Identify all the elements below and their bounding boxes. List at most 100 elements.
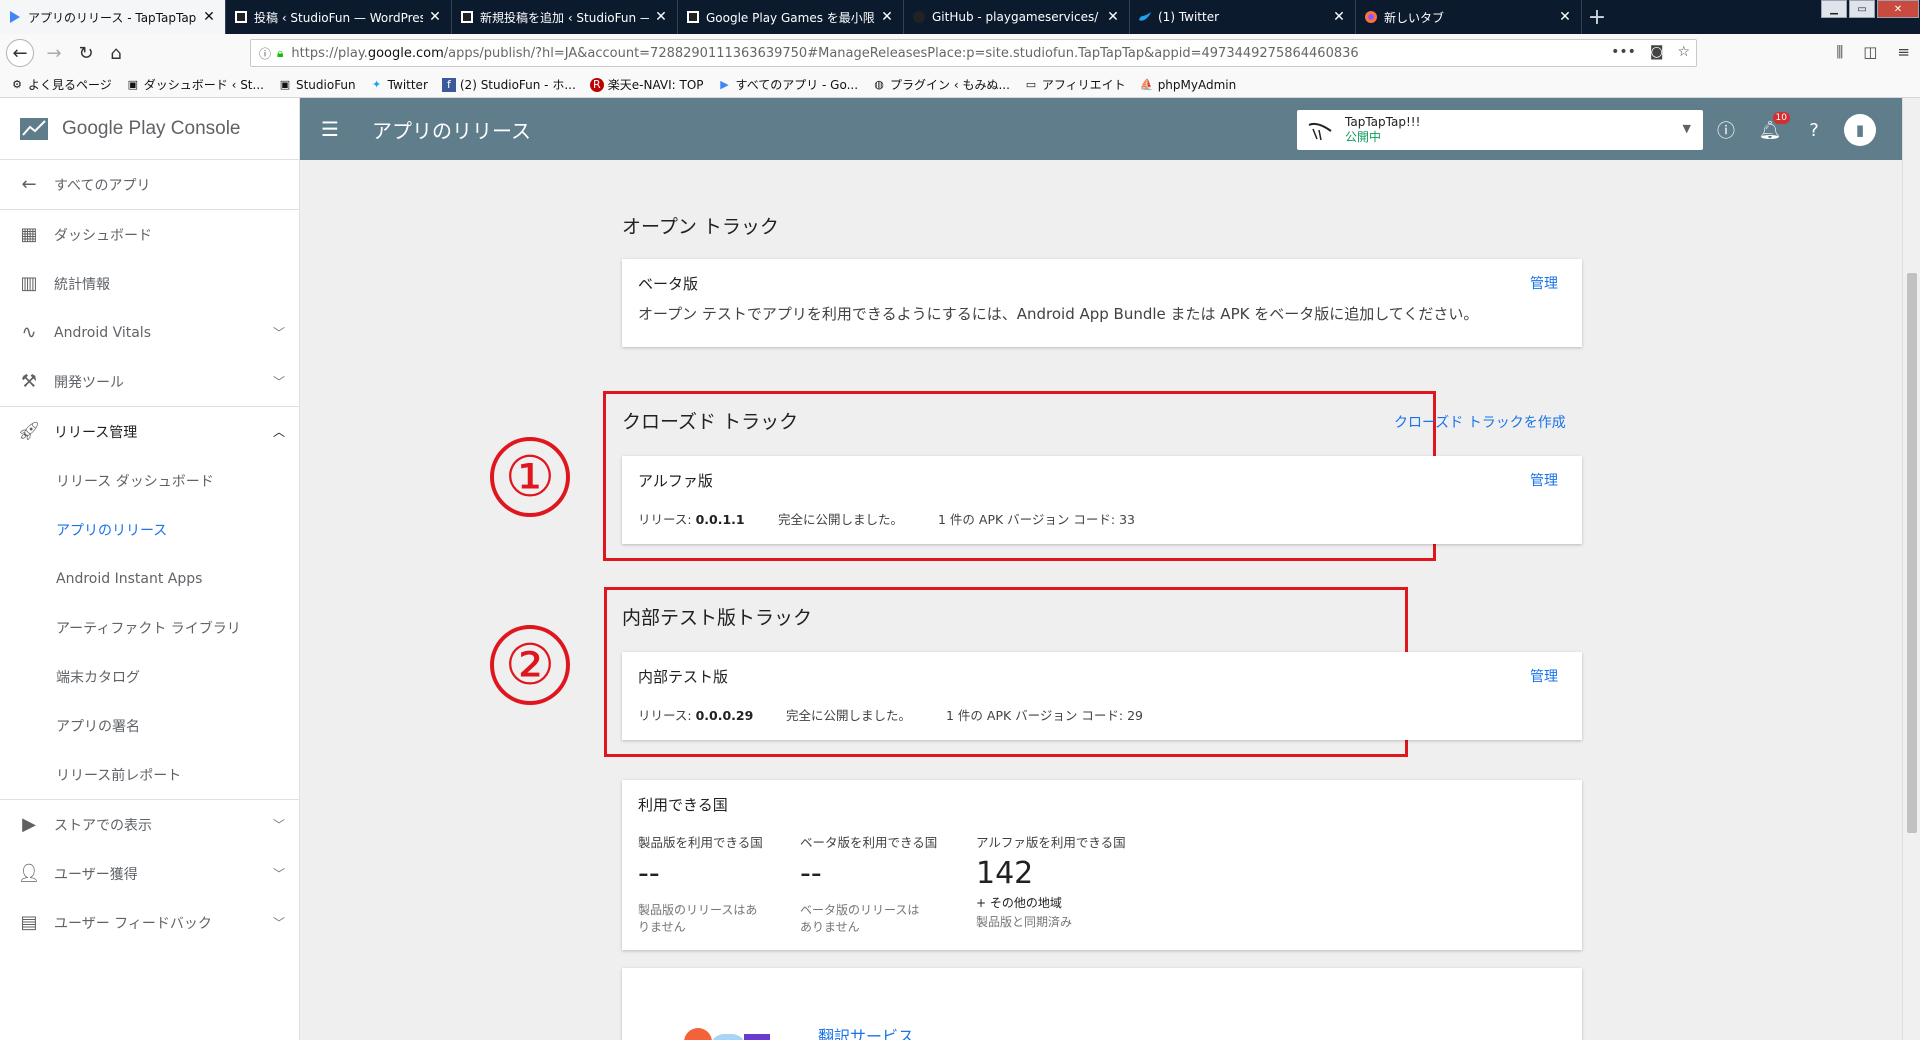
notifications-bell-icon[interactable]: 🔔︎ 10	[1756, 112, 1790, 144]
annotation-number-1: ①	[490, 437, 570, 517]
create-closed-track-link[interactable]: クローズド トラックを作成	[1394, 412, 1566, 432]
pocket-icon[interactable]: ◙	[1650, 44, 1664, 60]
reload-button[interactable]: ↻	[72, 39, 100, 67]
new-tab-button[interactable]: +	[1582, 0, 1612, 34]
sidebar-item-label: すべてのアプリ	[54, 177, 151, 194]
url-rest: /apps/publish/?hl=JA&account=72882901113…	[443, 45, 1359, 61]
avatar[interactable]: ▮	[1844, 114, 1876, 146]
close-icon[interactable]: ✕	[427, 9, 443, 25]
bookmark-item[interactable]: ⚙ よく見るページ	[10, 76, 112, 93]
back-button[interactable]: ←	[6, 39, 34, 67]
main-content: オープン トラック ベータ版 管理 オープン テストでアプリを利用できるようにす…	[300, 160, 1902, 1040]
sidebar-item-app-signing[interactable]: アプリの署名	[0, 701, 299, 750]
close-icon[interactable]: ✕	[1557, 9, 1573, 25]
console-brand[interactable]: Google Play Console	[0, 98, 299, 160]
sidebar-item-all-apps[interactable]: ← すべてのアプリ	[0, 160, 299, 209]
minimize-button[interactable]: ▁	[1821, 0, 1847, 18]
sidebar-item-label: ユーザー獲得	[54, 866, 138, 883]
sidebar-item-release-dashboard[interactable]: リリース ダッシュボード	[0, 456, 299, 505]
app-selector[interactable]: TapTapTap!!! 公開中 ▼	[1297, 110, 1703, 150]
bookmark-item[interactable]: ▶ すべてのアプリ - Go...	[718, 76, 858, 93]
page-actions-icon[interactable]: •••	[1611, 44, 1636, 60]
sidebar-item-vitals[interactable]: ∿ Android Vitals ﹀	[0, 308, 299, 357]
internal-manage-link[interactable]: 管理	[1530, 666, 1558, 686]
bookmark-item[interactable]: ▣ StudioFun	[278, 78, 356, 92]
sidebar-item-prelaunch-report[interactable]: リリース前レポート	[0, 750, 299, 799]
close-icon[interactable]: ✕	[1105, 9, 1121, 25]
bookmark-item[interactable]: ▭ アフィリエイト	[1024, 76, 1126, 93]
browser-tab[interactable]: (1) Twitter ✕	[1130, 0, 1356, 34]
feedback-icon: ▤	[20, 912, 38, 933]
sidebar-item-store-listing[interactable]: ▶ ストアでの表示 ﹀	[0, 800, 299, 849]
home-button[interactable]: ⌂	[102, 39, 130, 67]
info-icon[interactable]: ⓘ	[259, 45, 271, 62]
page-scrollbar[interactable]	[1902, 98, 1920, 1040]
bookmark-item[interactable]: ▣ ダッシュボード ‹ St...	[126, 76, 264, 93]
bookmark-item[interactable]: ✦ Twitter	[370, 78, 428, 92]
gear-icon: ⚙	[12, 78, 22, 91]
sidebar-item-release-management[interactable]: 🚀︎ リリース管理 ︿	[0, 407, 299, 456]
window-close-button[interactable]: ✕	[1877, 0, 1919, 18]
beta-manage-link[interactable]: 管理	[1530, 273, 1558, 293]
browser-tab[interactable]: 新しいタブ ✕	[1356, 0, 1582, 34]
internal-card-title: 内部テスト版	[638, 668, 729, 686]
browser-tab[interactable]: Google Play Games を最小限の実装 ✕	[678, 0, 904, 34]
sidebar-item-app-releases[interactable]: アプリのリリース	[0, 505, 299, 554]
browser-tab[interactable]: アプリのリリース - TapTapTap!!! ✕	[0, 0, 226, 34]
sidebar-item-user-acquisition[interactable]: 👤︎ ユーザー獲得 ﹀	[0, 849, 299, 898]
close-icon[interactable]: ✕	[201, 9, 217, 25]
devtools-icon: ⚒	[20, 371, 38, 392]
hamburger-menu-icon[interactable]: ☰	[300, 117, 360, 141]
close-icon[interactable]: ✕	[653, 9, 669, 25]
chevron-down-icon: ﹀	[272, 375, 285, 389]
sidebar-item-instant-apps[interactable]: Android Instant Apps	[0, 554, 299, 603]
url-bar[interactable]: ⓘ 🔒︎ https://play. google.com/apps/publis…	[250, 39, 1697, 67]
pulse-icon: ∿	[21, 322, 37, 343]
bookmark-label: 楽天e-NAVI: TOP	[607, 78, 704, 92]
browser-nav-bar: ← → ↻ ⌂ ⓘ 🔒︎ https://play. google.com/app…	[0, 34, 1920, 72]
sidebar-item-label: ストアでの表示	[54, 817, 152, 834]
star-icon[interactable]: ☆	[1677, 44, 1690, 60]
sidebar-item-user-feedback[interactable]: ▤ ユーザー フィードバック ﹀	[0, 898, 299, 947]
beta-note: ベータ版のリリースは ありません	[800, 903, 920, 934]
library-icon[interactable]: ⫼	[1836, 43, 1843, 61]
sidebar-toggle-icon[interactable]: ◫	[1863, 43, 1877, 61]
annotation-number-2: ②	[490, 625, 570, 705]
maximize-button[interactable]: ▭	[1849, 0, 1875, 18]
alpha-countries-value: 142	[976, 856, 1034, 891]
sidebar-item-label: 統計情報	[54, 276, 110, 293]
bar-chart-icon: ▥	[20, 273, 38, 294]
hamburger-menu-icon[interactable]: ≡	[1897, 43, 1910, 61]
sidebar-item-device-catalog[interactable]: 端末カタログ	[0, 652, 299, 701]
translation-illustration-icon	[684, 1028, 770, 1040]
sidebar-item-artifact-library[interactable]: アーティファクト ライブラリ	[0, 603, 299, 652]
bookmark-label: Twitter	[387, 77, 428, 92]
sidebar-item-stats[interactable]: ▥ 統計情報	[0, 259, 299, 308]
production-note: 製品版のリリースはあ りません	[638, 903, 758, 934]
url-prefix: https://play.	[291, 45, 368, 61]
twitter-icon: ✦	[372, 78, 382, 91]
scrollbar-thumb[interactable]	[1907, 273, 1917, 833]
info-icon[interactable]: ⓘ	[1712, 116, 1740, 144]
tab-title: (1) Twitter	[1158, 10, 1220, 24]
help-icon[interactable]: ?	[1800, 116, 1828, 144]
alpha-manage-link[interactable]: 管理	[1530, 470, 1558, 490]
bookmark-item[interactable]: R 楽天e-NAVI: TOP	[589, 76, 704, 93]
browser-tab[interactable]: GitHub - playgameservices/ ✕	[904, 0, 1130, 34]
page-title: アプリのリリース	[372, 118, 531, 143]
browser-tab[interactable]: 新規投稿を追加 ‹ StudioFun — WordPress ✕	[452, 0, 678, 34]
close-icon[interactable]: ✕	[1331, 9, 1347, 25]
browser-tab[interactable]: 投稿 ‹ StudioFun — WordPress ✕	[226, 0, 452, 34]
translation-service-link[interactable]: 翻訳サービス	[818, 1023, 914, 1040]
alpha-apk-info: 1 件の APK バージョン コード: 33	[938, 512, 1135, 527]
bookmark-item[interactable]: ◍ プラグイン ‹ もみぬ...	[872, 76, 1010, 93]
close-icon[interactable]: ✕	[879, 9, 895, 25]
bookmark-item[interactable]: ⛵ phpMyAdmin	[1140, 78, 1236, 92]
forward-button[interactable]: →	[40, 39, 68, 67]
sidebar-item-devtools[interactable]: ⚒ 開発ツール ﹀	[0, 357, 299, 406]
sidebar-item-label: リリース ダッシュボード	[56, 473, 214, 490]
chevron-down-icon: ﹀	[272, 818, 285, 832]
sidebar-item-dashboard[interactable]: ▦ ダッシュボード	[0, 210, 299, 259]
bookmark-item[interactable]: f (2) StudioFun - ホ...	[441, 76, 576, 93]
lock-icon: 🔒︎	[277, 45, 284, 60]
